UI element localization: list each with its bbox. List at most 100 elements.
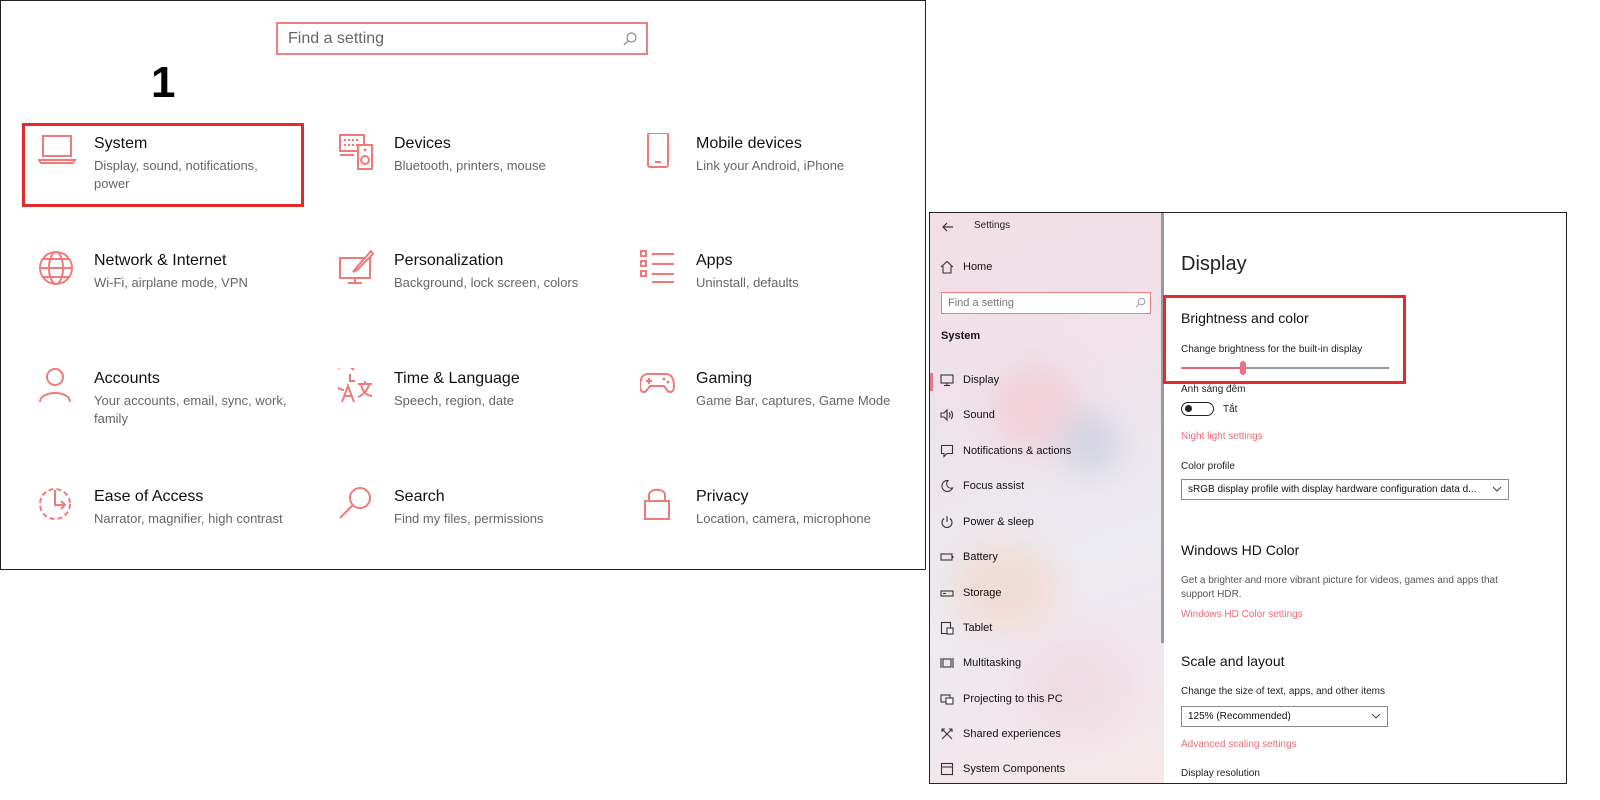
sidebar-item-label: Home — [963, 261, 993, 273]
sidebar-item-label: Focus assist — [963, 480, 1025, 492]
sidebar-item-label: Projecting to this PC — [963, 693, 1063, 705]
sidebar-search-box[interactable] — [941, 292, 1151, 314]
tile-subtitle: Game Bar, captures, Game Mode — [696, 393, 891, 408]
advanced-scaling-link[interactable]: Advanced scaling settings — [1181, 739, 1297, 750]
sidebar-item-label: System Components — [963, 763, 1066, 775]
hd-color-settings-link[interactable]: Windows HD Color settings — [1181, 609, 1303, 620]
tile-title: Network & Internet — [94, 252, 227, 269]
scale-layout-heading: Scale and layout — [1181, 653, 1285, 669]
sidebar-item-label: Notifications & actions — [963, 445, 1072, 457]
search-icon[interactable] — [1135, 297, 1146, 308]
keyboard-speaker-icon — [338, 133, 378, 175]
chevron-down-icon — [1492, 485, 1502, 493]
person-icon — [38, 368, 78, 410]
tile-subtitle: Link your Android, iPhone — [696, 158, 845, 173]
sidebar-item-label: Battery — [963, 551, 998, 563]
tile-personalization[interactable]: Personalization Background, lock screen,… — [338, 250, 598, 340]
brightness-highlight-box — [1163, 295, 1406, 384]
magnifier-icon — [338, 486, 378, 528]
tile-subtitle: Find my files, permissions — [394, 511, 544, 526]
tile-subtitle: Narrator, magnifier, high contrast — [94, 511, 283, 526]
tile-network-internet[interactable]: Network & Internet Wi-Fi, airplane mode,… — [38, 250, 288, 340]
tile-title: Personalization — [394, 252, 504, 269]
tile-subtitle: Background, lock screen, colors — [394, 275, 579, 290]
dropdown-value: 125% (Recommended) — [1188, 711, 1291, 722]
background-blur — [1020, 633, 1130, 733]
window-title: Settings — [974, 220, 1011, 231]
search-icon[interactable] — [622, 31, 638, 47]
night-light-toggle[interactable] — [1181, 402, 1214, 416]
storage-icon — [940, 586, 954, 600]
tile-subtitle: Wi-Fi, airplane mode, VPN — [94, 275, 248, 290]
settings-home-window: 1 System Display, sound, notifications, … — [0, 0, 926, 570]
tile-title: Ease of Access — [94, 488, 204, 505]
selected-indicator — [930, 373, 933, 391]
moon-icon — [940, 479, 954, 493]
tile-subtitle: Bluetooth, printers, mouse — [394, 158, 546, 173]
toggle-knob — [1185, 405, 1192, 412]
power-icon — [940, 515, 954, 529]
tile-title: Search — [394, 488, 445, 505]
tile-title: Apps — [696, 252, 733, 269]
chevron-down-icon — [1371, 712, 1381, 720]
settings-sidebar: Settings Home System Display Sound Notif… — [930, 213, 1164, 783]
phone-icon — [640, 133, 680, 175]
tile-title: Accounts — [94, 370, 160, 387]
home-search-box[interactable] — [276, 22, 648, 55]
sidebar-item-label: Storage — [963, 587, 1002, 599]
hd-color-heading: Windows HD Color — [1181, 542, 1300, 558]
tile-title: Devices — [394, 135, 451, 152]
sidebar-item-label: Power & sleep — [963, 516, 1034, 528]
projecting-icon — [940, 692, 954, 706]
sidebar-item-label: Display — [963, 374, 1000, 386]
night-light-settings-link[interactable]: Night light settings — [1181, 431, 1263, 442]
home-search-input[interactable] — [288, 24, 608, 53]
scale-label: Change the size of text, apps, and other… — [1181, 686, 1386, 697]
sidebar-search-input[interactable] — [948, 293, 1128, 312]
tile-devices[interactable]: Devices Bluetooth, printers, mouse — [338, 133, 598, 223]
tile-subtitle: Your accounts, email, sync, work, family — [94, 393, 287, 426]
battery-icon — [940, 550, 954, 564]
tile-ease-of-access[interactable]: Ease of Access Narrator, magnifier, high… — [38, 486, 288, 576]
sidebar-section-heading: System — [941, 330, 981, 342]
multitasking-icon — [940, 656, 954, 670]
padlock-icon — [640, 486, 680, 528]
tile-title: Privacy — [696, 488, 749, 505]
tile-title: Time & Language — [394, 370, 520, 387]
sidebar-item-label: Multitasking — [963, 657, 1022, 669]
scale-dropdown[interactable]: 125% (Recommended) — [1181, 706, 1388, 727]
monitor-icon — [940, 373, 954, 387]
tile-title: Mobile devices — [696, 135, 802, 152]
tile-privacy[interactable]: Privacy Location, camera, microphone — [640, 486, 900, 576]
sidebar-item-label: Sound — [963, 409, 995, 421]
home-icon — [940, 260, 954, 274]
tile-title: Gaming — [696, 370, 753, 387]
step-number-label: 1 — [151, 58, 176, 107]
tile-apps[interactable]: Apps Uninstall, defaults — [640, 250, 900, 340]
color-profile-dropdown[interactable]: sRGB display profile with display hardwa… — [1181, 479, 1509, 500]
hd-color-description: Get a brighter and more vibrant picture … — [1181, 575, 1498, 600]
tile-search[interactable]: Search Find my files, permissions — [338, 486, 598, 576]
display-settings-window: Settings Home System Display Sound Notif… — [929, 212, 1567, 784]
tile-mobile-devices[interactable]: Mobile devices Link your Android, iPhone — [640, 133, 900, 223]
sidebar-item-label: Shared experiences — [963, 728, 1061, 740]
components-icon — [940, 762, 954, 776]
tile-subtitle: Speech, region, date — [394, 393, 514, 408]
night-light-label: Ánh sáng đêm — [1181, 384, 1246, 395]
clock-language-icon — [338, 368, 378, 410]
notification-icon — [940, 444, 954, 458]
tile-subtitle: Uninstall, defaults — [696, 275, 799, 290]
tile-subtitle: Location, camera, microphone — [696, 511, 871, 526]
color-profile-label: Color profile — [1181, 461, 1235, 472]
system-tile-highlight-box — [22, 123, 304, 207]
tile-accounts[interactable]: Accounts Your accounts, email, sync, wor… — [38, 368, 288, 458]
page-title: Display — [1181, 253, 1247, 275]
tile-time-language[interactable]: Time & Language Speech, region, date — [338, 368, 598, 458]
night-light-state: Tắt — [1223, 404, 1238, 415]
back-arrow-icon[interactable] — [942, 222, 954, 232]
tile-gaming[interactable]: Gaming Game Bar, captures, Game Mode — [640, 368, 900, 458]
paint-monitor-icon — [338, 250, 378, 292]
shared-experiences-icon — [940, 727, 954, 741]
sidebar-item-label: Tablet — [963, 622, 993, 634]
gamepad-icon — [640, 368, 680, 410]
